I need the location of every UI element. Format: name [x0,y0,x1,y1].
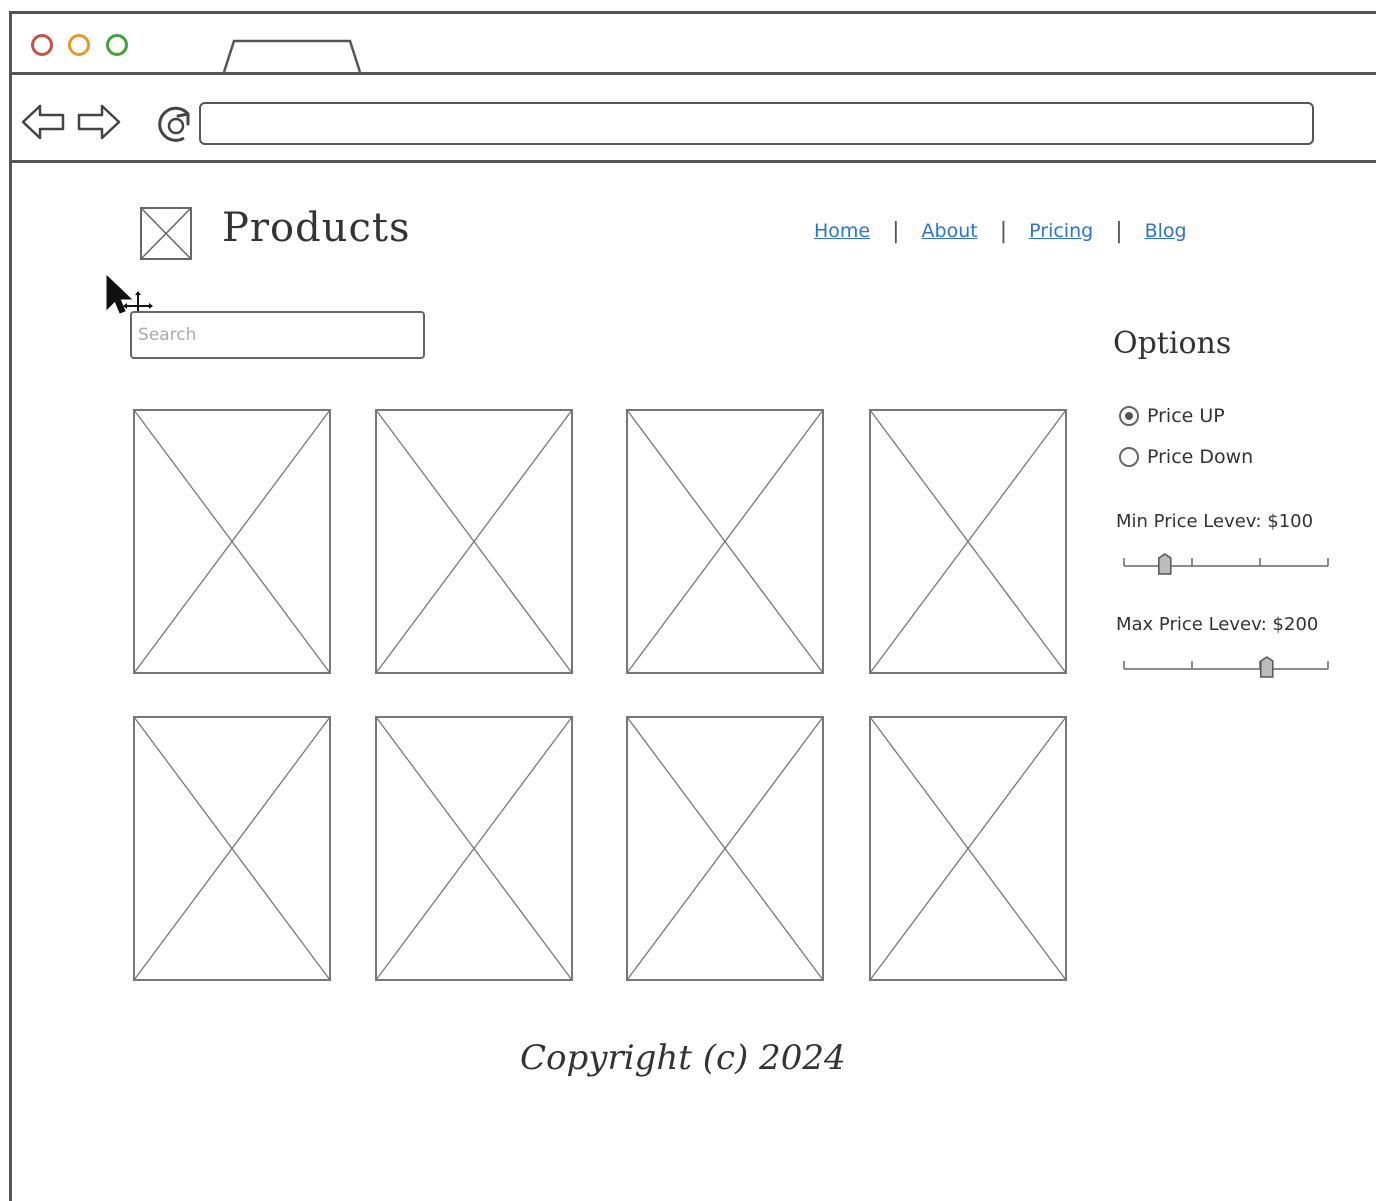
nav-separator: | [1115,218,1123,244]
product-image-placeholder[interactable] [626,716,824,981]
max-price-slider[interactable] [1122,655,1330,679]
product-image-placeholder[interactable] [869,716,1067,981]
address-bar[interactable] [199,102,1314,145]
radio-price-down-label: Price Down [1147,446,1254,468]
options-title: Options [1113,326,1232,361]
radio-unselected-icon [1119,447,1139,467]
min-price-label: Min Price Levev: $100 [1116,511,1314,532]
nav-link-home[interactable]: Home [814,220,870,242]
forward-arrow-icon[interactable] [76,102,122,142]
minimize-window-button[interactable] [68,34,90,56]
page-title: Products [222,205,411,251]
close-window-button[interactable] [31,34,53,56]
radio-price-down[interactable]: Price Down [1119,446,1253,468]
min-price-slider[interactable] [1122,552,1330,576]
max-price-label: Max Price Levev: $200 [1116,614,1319,635]
search-input[interactable] [130,311,425,359]
product-image-placeholder[interactable] [375,409,573,674]
radio-price-up[interactable]: Price UP [1119,405,1225,427]
product-image-placeholder[interactable] [869,409,1067,674]
back-arrow-icon[interactable] [20,102,66,142]
reload-icon[interactable] [154,102,198,146]
product-image-placeholder[interactable] [626,409,824,674]
radio-price-up-label: Price UP [1147,405,1225,427]
nav-link-about[interactable]: About [922,220,978,242]
radio-selected-icon [1119,406,1139,426]
logo-image-placeholder [140,207,192,260]
browser-tab[interactable] [222,39,362,73]
footer-copyright: Copyright (c) 2024 [520,1038,846,1078]
nav-link-pricing[interactable]: Pricing [1029,220,1093,242]
nav-link-blog[interactable]: Blog [1145,220,1187,242]
product-image-placeholder[interactable] [375,716,573,981]
top-navigation: Home | About | Pricing | Blog [814,216,1187,246]
product-image-placeholder[interactable] [133,409,331,674]
product-image-placeholder[interactable] [133,716,331,981]
maximize-window-button[interactable] [106,34,128,56]
nav-separator: | [892,218,900,244]
browser-titlebar [12,14,1376,75]
nav-separator: | [999,218,1008,244]
